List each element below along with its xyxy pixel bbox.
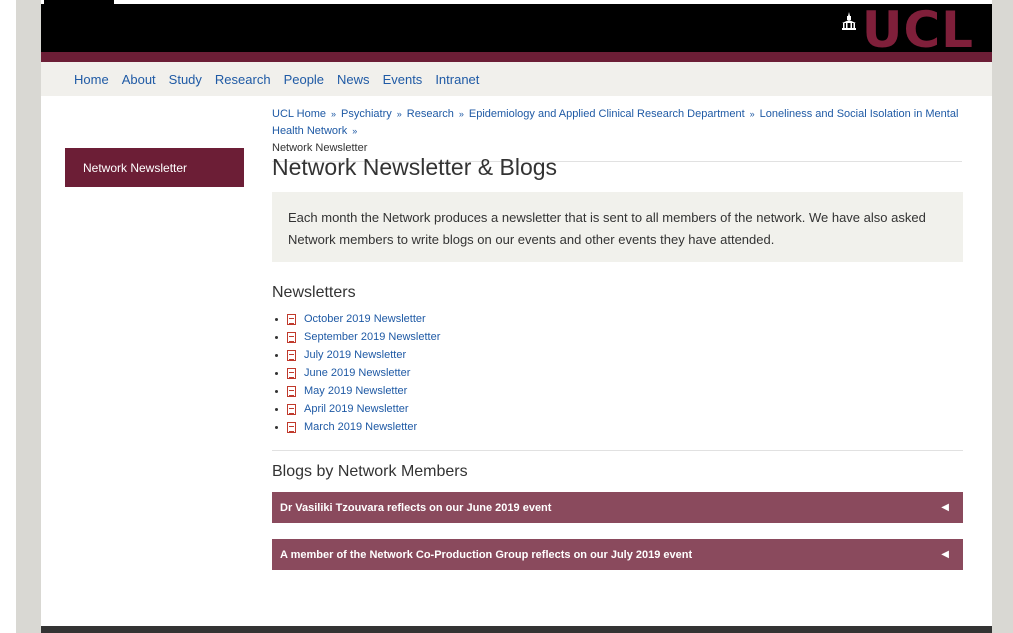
blogs-heading: Blogs by Network Members: [272, 463, 468, 480]
blog-accordion-july-2019[interactable]: A member of the Network Co-Production Gr…: [272, 539, 963, 570]
window-frame-left: [0, 0, 41, 633]
newsletters-heading: Newsletters: [272, 284, 356, 301]
newsletter-link[interactable]: April 2019 Newsletter: [304, 403, 409, 415]
bullet-icon: [275, 407, 278, 411]
list-item[interactable]: June 2019 Newsletter: [272, 364, 440, 382]
breadcrumb-separator-icon: »: [352, 126, 358, 136]
list-item[interactable]: September 2019 Newsletter: [272, 328, 440, 346]
pdf-icon: [287, 349, 296, 361]
list-item[interactable]: October 2019 Newsletter: [272, 310, 440, 328]
pdf-icon: [287, 385, 296, 397]
breadcrumb-link[interactable]: Research: [407, 108, 454, 120]
pdf-icon: [287, 313, 296, 325]
portico-icon: [841, 12, 856, 30]
triangle-left-icon: ◀: [941, 502, 949, 513]
newsletter-list: October 2019 Newsletter September 2019 N…: [272, 310, 440, 436]
nav-item-people[interactable]: People: [284, 72, 324, 87]
nav-item-study[interactable]: Study: [169, 72, 202, 87]
page-title: Network Newsletter & Blogs: [272, 154, 558, 180]
intro-text: Each month the Network produces a newsle…: [288, 210, 926, 247]
bullet-icon: [275, 389, 278, 393]
accordion-label: A member of the Network Co-Production Gr…: [280, 548, 693, 561]
breadcrumb-current: Network Newsletter: [272, 142, 368, 154]
breadcrumb-separator-icon: »: [331, 109, 337, 119]
nav-item-about[interactable]: About: [122, 72, 156, 87]
sidebar-item-network-newsletter[interactable]: Network Newsletter: [65, 148, 244, 187]
bullet-icon: [275, 425, 278, 429]
breadcrumb-separator-icon: »: [458, 109, 464, 119]
newsletter-link[interactable]: October 2019 Newsletter: [304, 313, 426, 325]
window-frame-right: [992, 0, 1013, 633]
newsletter-link[interactable]: May 2019 Newsletter: [304, 385, 407, 397]
breadcrumb-link[interactable]: Epidemiology and Applied Clinical Resear…: [469, 108, 745, 120]
sidebar-item-label: Network Newsletter: [83, 160, 188, 175]
ucl-logo[interactable]: UCL: [841, 1, 974, 59]
newsletter-link[interactable]: March 2019 Newsletter: [304, 421, 417, 433]
nav-item-research[interactable]: Research: [215, 72, 271, 87]
nav-item-news[interactable]: News: [337, 72, 370, 87]
list-item[interactable]: July 2019 Newsletter: [272, 346, 440, 364]
accordion-label: Dr Vasiliki Tzouvara reflects on our Jun…: [280, 501, 552, 514]
list-item[interactable]: May 2019 Newsletter: [272, 382, 440, 400]
list-item[interactable]: April 2019 Newsletter: [272, 400, 440, 418]
main-nav: Home About Study Research People News Ev…: [41, 62, 992, 96]
nav-item-home[interactable]: Home: [74, 72, 109, 87]
pdf-icon: [287, 331, 296, 343]
triangle-left-icon: ◀: [941, 549, 949, 560]
footer-edge: [41, 626, 992, 633]
header-stripe: [41, 52, 992, 62]
breadcrumb-link[interactable]: Psychiatry: [341, 108, 392, 120]
pdf-icon: [287, 421, 296, 433]
breadcrumb-separator-icon: »: [749, 109, 755, 119]
pdf-icon: [287, 367, 296, 379]
logo-text: UCL: [861, 1, 974, 59]
newsletter-link[interactable]: July 2019 Newsletter: [304, 349, 406, 361]
newsletter-link[interactable]: September 2019 Newsletter: [304, 331, 440, 343]
bullet-icon: [275, 335, 278, 339]
bullet-icon: [275, 317, 278, 321]
newsletter-link[interactable]: June 2019 Newsletter: [304, 367, 410, 379]
bullet-icon: [275, 371, 278, 375]
pdf-icon: [287, 403, 296, 415]
nav-item-intranet[interactable]: Intranet: [435, 72, 479, 87]
bullet-icon: [275, 353, 278, 357]
nav-item-events[interactable]: Events: [383, 72, 423, 87]
intro-panel: Each month the Network produces a newsle…: [272, 192, 963, 262]
breadcrumb-link[interactable]: UCL Home: [272, 108, 326, 120]
section-divider: [272, 450, 963, 451]
site-header: UCL: [41, 1, 992, 59]
blog-accordion-june-2019[interactable]: Dr Vasiliki Tzouvara reflects on our Jun…: [272, 492, 963, 523]
breadcrumb-separator-icon: »: [396, 109, 402, 119]
list-item[interactable]: March 2019 Newsletter: [272, 418, 440, 436]
